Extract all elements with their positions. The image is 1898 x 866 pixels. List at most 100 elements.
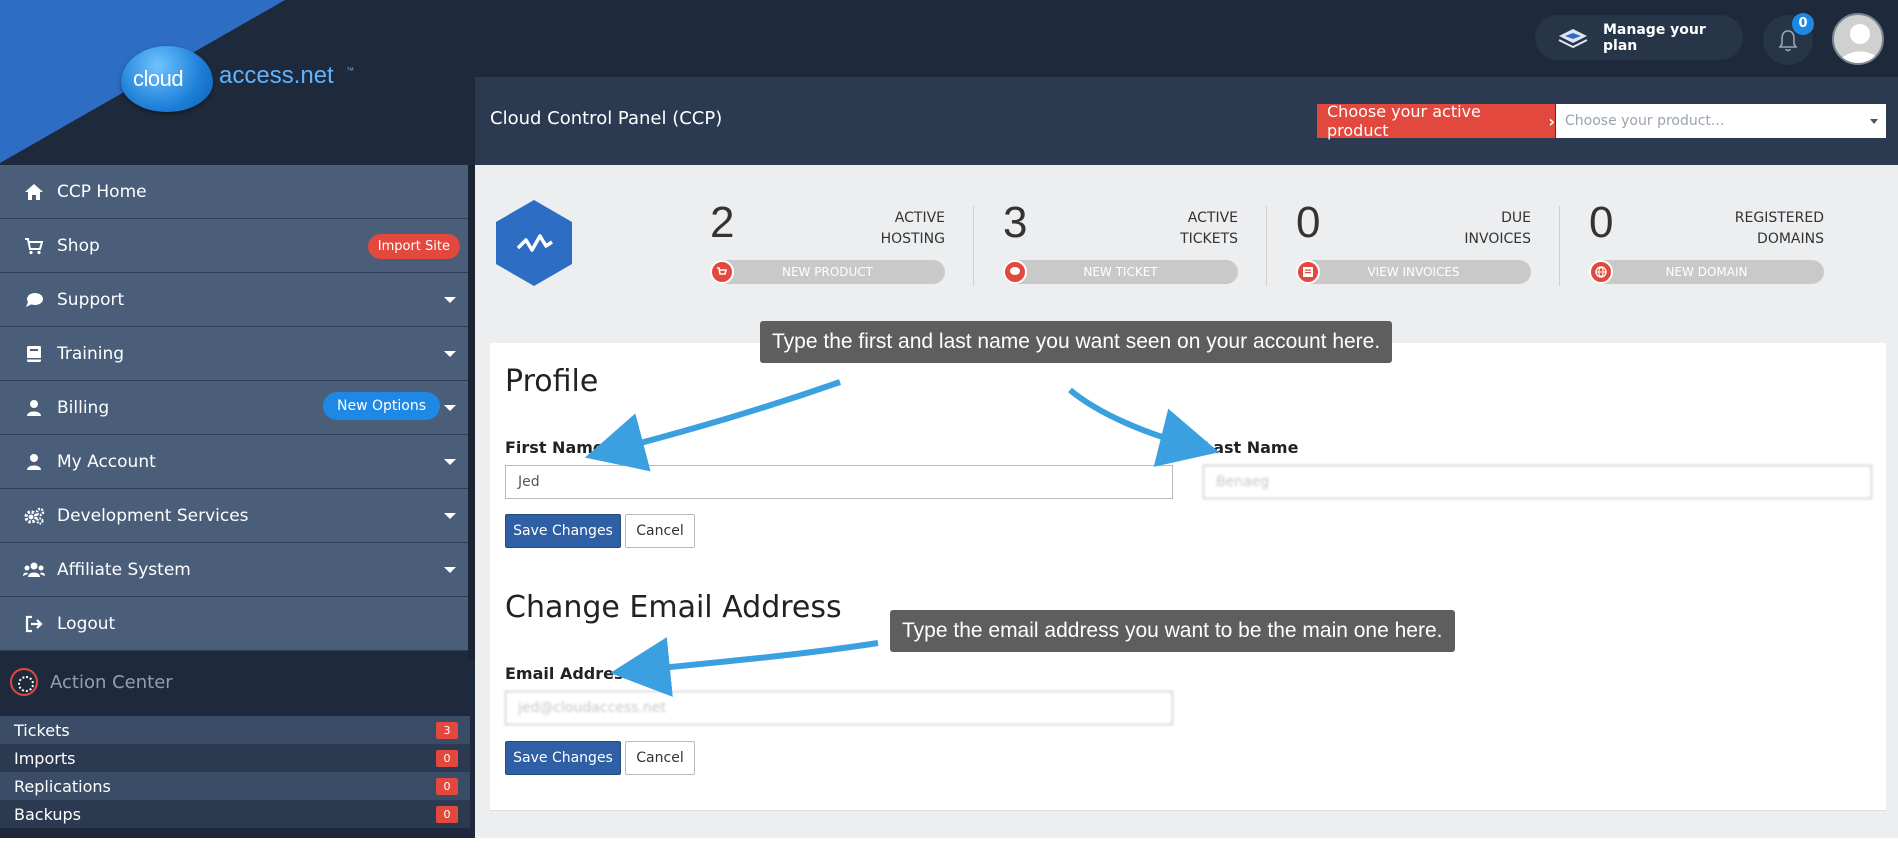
action-center-row-replications[interactable]: Replications 0 — [0, 772, 470, 800]
chevron-down-icon — [444, 459, 456, 465]
sidebar-item-shop[interactable]: Shop Import Site — [0, 219, 470, 273]
stat-label-line1: Active — [894, 210, 945, 226]
user-icon — [23, 398, 45, 418]
chevron-down-icon — [1870, 119, 1878, 124]
sidebar-item-label: CCP Home — [57, 181, 147, 202]
home-icon — [23, 182, 45, 202]
chevron-right-icon: › — [1548, 111, 1555, 131]
stat-label: Active Tickets — [1180, 208, 1238, 250]
product-select[interactable]: Choose your product... — [1556, 104, 1886, 138]
choose-product-button[interactable]: Choose your active product › — [1317, 102, 1555, 140]
stat-label: Registered Domains — [1735, 208, 1824, 250]
action-center-list: Tickets 3 Imports 0 Replications 0 Backu… — [0, 716, 470, 828]
stat-active-hosting: 2 Active Hosting New Product — [710, 198, 945, 288]
stat-label-line2: Tickets — [1180, 231, 1238, 247]
logo-text[interactable]: access.net — [219, 62, 334, 90]
stat-label-line2: Domains — [1757, 231, 1824, 247]
first-name-field[interactable]: Jed — [505, 465, 1173, 499]
name-instruction-tooltip: Type the first and last name you want se… — [760, 321, 1393, 363]
action-center-count-badge: 3 — [436, 722, 458, 739]
page-bottom-area — [0, 838, 1898, 866]
chevron-down-icon — [444, 567, 456, 573]
stat-value: 3 — [1003, 198, 1028, 247]
sidebar-item-affiliate-system[interactable]: Affiliate System — [0, 543, 470, 597]
cart-icon — [710, 260, 734, 284]
notification-count-badge: 0 — [1792, 13, 1814, 35]
new-domain-label: New Domain — [1665, 265, 1748, 279]
stat-value: 0 — [1296, 198, 1321, 247]
choose-product-label: Choose your active product — [1327, 102, 1481, 140]
sidebar-item-logout[interactable]: Logout — [0, 597, 470, 651]
globe-icon — [1589, 260, 1613, 284]
save-profile-button[interactable]: Save Changes — [505, 514, 621, 548]
sidebar-scrollbar[interactable] — [468, 165, 475, 660]
new-options-badge[interactable]: New Options — [322, 392, 440, 420]
view-invoices-button[interactable]: View Invoices — [1296, 260, 1531, 284]
user-icon — [23, 452, 45, 472]
action-center-count-badge: 0 — [436, 778, 458, 795]
sidebar-item-development-services[interactable]: Development Services — [0, 489, 470, 543]
action-center-count-badge: 0 — [436, 806, 458, 823]
profile-heading: Profile — [505, 364, 599, 399]
sidebar-item-billing[interactable]: Billing New Options — [0, 381, 470, 435]
chevron-down-icon — [444, 405, 456, 411]
book-icon — [23, 344, 45, 364]
first-name-label: First Name — [505, 438, 604, 457]
action-center-row-label: Imports — [14, 748, 76, 768]
chat-icon — [23, 290, 45, 310]
action-center-title: Action Center — [50, 671, 173, 693]
change-email-heading: Change Email Address — [505, 590, 842, 625]
logout-icon — [23, 614, 45, 634]
page-title: Cloud Control Panel (CCP) — [490, 108, 723, 129]
email-field[interactable]: jed@cloudaccess.net — [505, 691, 1173, 725]
sidebar-item-support[interactable]: Support — [0, 273, 470, 327]
spinner-icon — [10, 668, 38, 696]
new-product-button[interactable]: New Product — [710, 260, 945, 284]
view-invoices-label: View Invoices — [1367, 265, 1460, 279]
action-center-row-label: Replications — [14, 776, 111, 796]
cancel-email-button[interactable]: Cancel — [625, 741, 695, 775]
action-center-header[interactable]: Action Center — [0, 660, 470, 704]
stat-label: Active Hosting — [881, 208, 945, 250]
last-name-field[interactable]: Benaeg — [1203, 465, 1872, 499]
manage-plan-button[interactable]: Manage your plan — [1535, 15, 1743, 60]
product-select-placeholder: Choose your product... — [1565, 113, 1725, 129]
sidebar-nav: CCP Home Shop Import Site Support Traini… — [0, 165, 470, 651]
last-name-label: Last Name — [1203, 438, 1299, 457]
activity-hexagon-icon — [496, 200, 572, 286]
stat-value: 2 — [710, 198, 735, 247]
stat-label-line1: Due — [1501, 210, 1531, 226]
action-center-row-backups[interactable]: Backups 0 — [0, 800, 470, 828]
sidebar-item-label: Training — [57, 343, 125, 364]
avatar[interactable] — [1832, 13, 1884, 65]
manage-plan-label: Manage your plan — [1603, 21, 1706, 54]
sidebar-item-my-account[interactable]: My Account — [0, 435, 470, 489]
action-center-row-imports[interactable]: Imports 0 — [0, 744, 470, 772]
cancel-profile-button[interactable]: Cancel — [625, 514, 695, 548]
sidebar-item-label: Development Services — [57, 505, 249, 526]
stat-active-tickets: 3 Active Tickets New Ticket — [1003, 198, 1238, 288]
chat-icon — [1003, 260, 1027, 284]
sidebar-item-label: Shop — [57, 235, 100, 256]
action-center-row-tickets[interactable]: Tickets 3 — [0, 716, 470, 744]
layers-icon — [1557, 27, 1589, 49]
action-center-row-label: Tickets — [14, 720, 70, 740]
sidebar-item-ccp-home[interactable]: CCP Home — [0, 165, 470, 219]
save-email-button[interactable]: Save Changes — [505, 741, 621, 775]
profile-panel — [490, 343, 1886, 810]
users-icon — [23, 560, 45, 580]
sidebar: cloud access.net ™ CCP Home Shop Import … — [0, 0, 475, 838]
stat-divider — [973, 206, 974, 286]
new-ticket-button[interactable]: New Ticket — [1003, 260, 1238, 284]
import-site-badge[interactable]: Import Site — [367, 234, 460, 259]
list-icon — [1296, 260, 1320, 284]
sidebar-item-training[interactable]: Training — [0, 327, 470, 381]
cart-icon — [23, 236, 45, 256]
new-domain-button[interactable]: New Domain — [1589, 260, 1824, 284]
email-instruction-tooltip: Type the email address you want to be th… — [890, 610, 1455, 652]
logo-bubble[interactable]: cloud — [121, 46, 213, 112]
chevron-down-icon — [444, 351, 456, 357]
sidebar-item-label: Billing — [57, 397, 110, 418]
logo-trademark: ™ — [346, 66, 354, 75]
chevron-down-icon — [444, 297, 456, 303]
